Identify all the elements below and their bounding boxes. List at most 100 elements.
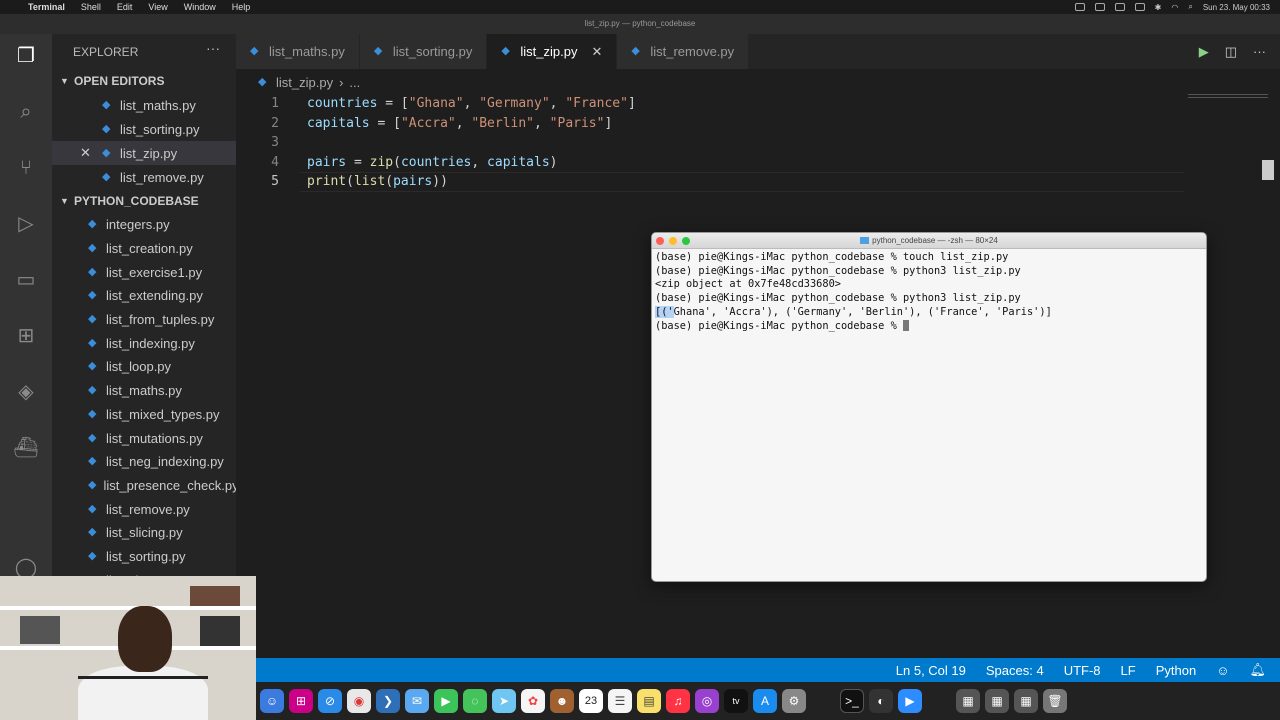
terminal-titlebar[interactable]: python_codebase — -zsh — 80×24 <box>652 233 1206 249</box>
calendar-icon[interactable]: 23 <box>579 689 603 713</box>
terminal-output[interactable]: (base) pie@Kings-iMac python_codebase % … <box>652 249 1206 335</box>
notes-icon[interactable]: ▤ <box>637 689 661 713</box>
terminal-app-icon[interactable]: >_ <box>840 689 864 713</box>
minimize-window-button[interactable] <box>669 237 677 245</box>
close-tab-icon[interactable]: ✕ <box>591 44 602 60</box>
file-tree-item[interactable]: ◆ list_creation.py <box>52 237 236 261</box>
split-editor-icon[interactable]: ◫ <box>1225 44 1237 60</box>
file-tree-item[interactable]: ◆ list_presence_check.py <box>52 474 236 498</box>
menu-edit[interactable]: Edit <box>117 2 133 12</box>
file-tree-item[interactable]: ◆ list_slicing.py <box>52 521 236 545</box>
terminal-window[interactable]: python_codebase — -zsh — 80×24 (base) pi… <box>651 232 1207 582</box>
zoom-icon[interactable]: ▶ <box>898 689 922 713</box>
tab-list-maths[interactable]: ◆ list_maths.py <box>236 34 360 69</box>
reminders-icon[interactable]: ☰ <box>608 689 632 713</box>
file-tree-item[interactable]: ◆ list_mutations.py <box>52 426 236 450</box>
notifications-icon[interactable]: 🔔︎ <box>1249 662 1266 678</box>
zoom-window-button[interactable] <box>682 237 690 245</box>
encoding[interactable]: UTF-8 <box>1064 663 1101 678</box>
file-tree-item[interactable]: ◆ list_mixed_types.py <box>52 403 236 427</box>
menu-app-name[interactable]: Terminal <box>28 2 65 12</box>
file-tree-item[interactable]: ◆ list_from_tuples.py <box>52 308 236 332</box>
dock-folder-icon[interactable]: ▦ <box>985 689 1009 713</box>
close-window-button[interactable] <box>656 237 664 245</box>
source-control-icon[interactable]: ⑂ <box>12 154 40 182</box>
file-tree-item[interactable]: ◆ list_loop.py <box>52 355 236 379</box>
file-tree-item[interactable]: ◆ list_extending.py <box>52 284 236 308</box>
code-line[interactable]: 3 <box>236 133 1280 153</box>
menu-help[interactable]: Help <box>232 2 251 12</box>
battery-icon[interactable] <box>1134 3 1145 11</box>
podcasts-icon[interactable]: ◎ <box>695 689 719 713</box>
wifi-icon[interactable]: ◠ <box>1171 3 1178 12</box>
python-file-icon: ◆ <box>88 455 97 468</box>
code-line[interactable]: 1 countries = ["Ghana", "Germany", "Fran… <box>236 94 1280 114</box>
code-line[interactable]: 2 capitals = ["Accra", "Berlin", "Paris"… <box>236 114 1280 134</box>
music-icon[interactable]: ♫ <box>666 689 690 713</box>
chrome-icon[interactable]: ◉ <box>347 689 371 713</box>
open-editor-item-active[interactable]: ✕ ◆ list_zip.py <box>52 141 236 165</box>
run-debug-icon[interactable]: ▷ <box>12 210 40 238</box>
tab-list-zip[interactable]: ◆ list_zip.py ✕ <box>487 34 618 69</box>
messages-icon[interactable]: ◌ <box>463 689 487 713</box>
system-preferences-icon[interactable]: ⚙ <box>782 689 806 713</box>
menu-window[interactable]: Window <box>184 2 216 12</box>
file-tree-item[interactable]: ◆ list_exercise1.py <box>52 260 236 284</box>
project-folder-section[interactable]: ▼ PYTHON_CODEBASE <box>52 189 236 213</box>
open-editor-item[interactable]: ◆ list_maths.py <box>52 93 236 117</box>
safari-icon[interactable]: ⊘ <box>318 689 342 713</box>
file-tree-item[interactable]: ◆ integers.py <box>52 213 236 237</box>
feedback-icon[interactable]: ☺ <box>1216 663 1229 678</box>
tab-list-sorting[interactable]: ◆ list_sorting.py <box>359 34 488 69</box>
breadcrumb-rest[interactable]: ... <box>349 75 360 90</box>
search-icon[interactable]: ⌕ <box>1188 2 1192 12</box>
more-actions-icon[interactable]: ··· <box>1253 44 1266 59</box>
bluetooth-icon[interactable]: ✱ <box>1155 3 1162 12</box>
vscode-icon[interactable]: ❯ <box>376 689 400 713</box>
remote-explorer-icon[interactable]: ▭ <box>12 266 40 294</box>
extensions-icon[interactable]: ⊞ <box>12 322 40 350</box>
mail-icon[interactable]: ✉ <box>405 689 429 713</box>
status-icon[interactable] <box>1094 3 1105 11</box>
file-tree-item[interactable]: ◆ list_maths.py <box>52 379 236 403</box>
dock-folder-icon[interactable]: ▦ <box>956 689 980 713</box>
breadcrumb-file[interactable]: list_zip.py <box>276 75 333 90</box>
open-editors-section[interactable]: ▼ OPEN EDITORS <box>52 69 236 93</box>
open-editor-item[interactable]: ◆ list_remove.py <box>52 165 236 189</box>
photos-icon[interactable]: ✿ <box>521 689 545 713</box>
code-line[interactable]: 4 pairs = zip(countries, capitals) <box>236 153 1280 173</box>
file-tree-item[interactable]: ◆ list_neg_indexing.py <box>52 450 236 474</box>
status-icon[interactable] <box>1074 3 1085 11</box>
status-icon[interactable] <box>1114 3 1125 11</box>
explorer-icon[interactable]: ❐ <box>12 42 40 70</box>
search-icon[interactable]: ⌕ <box>12 98 40 126</box>
file-tree-item[interactable]: ◆ list_remove.py <box>52 497 236 521</box>
launchpad-icon[interactable]: ⊞ <box>289 689 313 713</box>
finder-icon[interactable]: ☺ <box>260 689 284 713</box>
docker-icon[interactable]: ⛴ <box>12 434 40 462</box>
tv-icon[interactable]: tv <box>724 689 748 713</box>
more-actions-icon[interactable]: ··· <box>206 40 220 56</box>
app-store-icon[interactable]: A <box>753 689 777 713</box>
line-ending[interactable]: LF <box>1121 663 1136 678</box>
run-file-icon[interactable]: ▶ <box>1199 44 1209 60</box>
extension-icon[interactable]: ◈ <box>12 378 40 406</box>
menubar-clock[interactable]: Sun 23. May 00:33 <box>1203 3 1270 12</box>
maps-icon[interactable]: ➤ <box>492 689 516 713</box>
open-editor-item[interactable]: ◆ list_sorting.py <box>52 117 236 141</box>
file-tree-item[interactable]: ◆ list_sorting.py <box>52 545 236 569</box>
close-icon[interactable]: ✕ <box>80 145 91 161</box>
trash-icon[interactable]: 🗑︎ <box>1043 689 1067 713</box>
contacts-icon[interactable]: ☻ <box>550 689 574 713</box>
menu-shell[interactable]: Shell <box>81 2 101 12</box>
minimap[interactable] <box>1188 94 1268 100</box>
file-tree-item[interactable]: ◆ list_indexing.py <box>52 331 236 355</box>
dock-folder-icon[interactable]: ▦ <box>1014 689 1038 713</box>
tab-list-remove[interactable]: ◆ list_remove.py <box>617 34 750 69</box>
indentation[interactable]: Spaces: 4 <box>986 663 1044 678</box>
language-mode[interactable]: Python <box>1156 663 1196 678</box>
obs-icon[interactable]: ◐ <box>869 689 893 713</box>
cursor-position[interactable]: Ln 5, Col 19 <box>896 663 966 678</box>
facetime-icon[interactable]: ▶ <box>434 689 458 713</box>
menu-view[interactable]: View <box>148 2 167 12</box>
